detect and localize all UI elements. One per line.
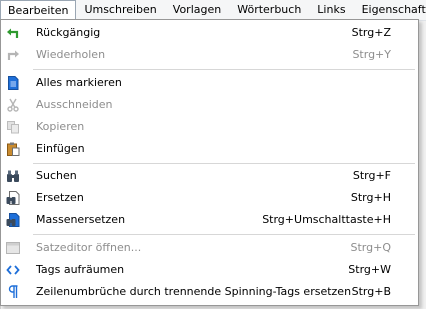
menu-item-replace[interactable]: Ersetzen Strg+H — [1, 187, 418, 209]
menu-item-label: Kopieren — [36, 120, 85, 133]
pilcrow-icon — [6, 285, 20, 299]
menu-item-shortcut: Strg+W — [348, 263, 391, 276]
menu-item-label: Einfügen — [36, 142, 85, 155]
menu-item-label: Alles markieren — [36, 76, 122, 89]
menu-item-shortcut: Strg+Q — [350, 241, 391, 254]
menu-item-shortcut: Strg+Umschalttaste+H — [262, 213, 391, 226]
mass-replace-icon — [6, 213, 20, 227]
menu-item-label: Wiederholen — [36, 48, 106, 61]
menu-item-shortcut: Strg+B — [351, 285, 391, 298]
menu-item-shortcut: Strg+Y — [352, 48, 391, 61]
menu-tab-eigenschaften[interactable]: Eigenschaften — [354, 0, 426, 20]
menu-tab-woerterbuch[interactable]: Wörterbuch — [229, 0, 309, 20]
window-icon — [6, 241, 20, 255]
menu-tab-umschreiben[interactable]: Umschreiben — [76, 0, 164, 20]
menu-item-label: Rückgängig — [36, 26, 101, 39]
redo-icon — [6, 48, 20, 62]
menu-tab-vorlagen[interactable]: Vorlagen — [165, 0, 229, 20]
menu-item-label: Ersetzen — [36, 191, 84, 204]
paste-icon — [6, 142, 20, 156]
menu-item-mass-replace[interactable]: Massenersetzen Strg+Umschalttaste+H — [1, 209, 418, 231]
menu-separator — [33, 234, 415, 235]
menu-item-undo[interactable]: Rückgängig Strg+Z — [1, 22, 418, 44]
document-icon — [6, 76, 20, 90]
menu-item-sentence-editor[interactable]: Satzeditor öffnen... Strg+Q — [1, 237, 418, 259]
scissors-icon — [6, 98, 20, 112]
menu-separator — [33, 69, 415, 70]
menu-item-label: Satzeditor öffnen... — [36, 241, 142, 254]
binoculars-icon — [6, 169, 20, 183]
menu-item-label: Zeilenumbrüche durch trennende Spinning-… — [36, 285, 352, 298]
menu-tab-links[interactable]: Links — [309, 0, 353, 20]
find-replace-icon — [6, 191, 20, 205]
menu-separator — [33, 163, 415, 164]
menu-item-label: Massenersetzen — [36, 213, 126, 226]
menu-item-find[interactable]: Suchen Strg+F — [1, 165, 418, 187]
menu-bar: Bearbeiten Umschreiben Vorlagen Wörterbu… — [0, 0, 426, 21]
menu-item-shortcut: Strg+F — [352, 169, 391, 182]
menu-item-redo[interactable]: Wiederholen Strg+Y — [1, 44, 418, 66]
menu-item-tidy-tags[interactable]: Tags aufräumen Strg+W — [1, 259, 418, 281]
menu-item-label: Ausschneiden — [36, 98, 113, 111]
menu-item-copy[interactable]: Kopieren — [1, 116, 418, 138]
menu-item-select-all[interactable]: Alles markieren — [1, 72, 418, 94]
undo-icon — [6, 26, 20, 40]
edit-dropdown-menu: Rückgängig Strg+Z Wiederholen Strg+Y All… — [0, 19, 419, 306]
menu-item-replace-linebreaks[interactable]: Zeilenumbrüche durch trennende Spinning-… — [1, 281, 418, 303]
menu-item-label: Suchen — [36, 169, 77, 182]
code-tags-icon — [6, 263, 20, 277]
menu-item-shortcut: Strg+Z — [351, 26, 391, 39]
menu-item-paste[interactable]: Einfügen — [1, 138, 418, 160]
menu-item-shortcut: Strg+H — [350, 191, 391, 204]
menu-item-cut[interactable]: Ausschneiden — [1, 94, 418, 116]
menu-tab-bearbeiten[interactable]: Bearbeiten — [0, 0, 77, 20]
copy-icon — [6, 120, 20, 134]
menu-item-label: Tags aufräumen — [36, 263, 125, 276]
